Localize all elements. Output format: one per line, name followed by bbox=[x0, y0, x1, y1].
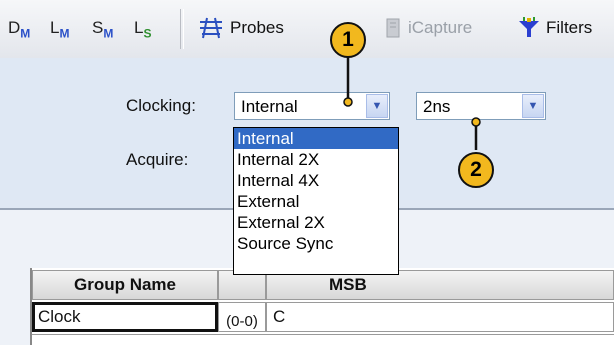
callout-badge-2: 2 bbox=[458, 152, 494, 188]
callout-number: 2 bbox=[470, 158, 482, 181]
callout-badge-1: 1 bbox=[330, 22, 366, 58]
callout-number: 1 bbox=[342, 28, 354, 51]
callout-leaders bbox=[343, 56, 481, 150]
